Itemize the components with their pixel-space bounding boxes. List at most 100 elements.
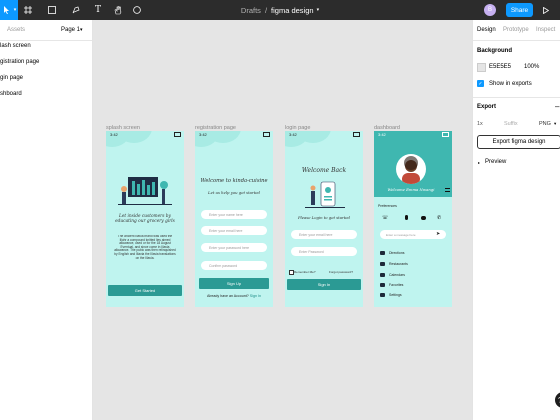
text-tool-icon[interactable]: T xyxy=(92,0,104,20)
signin-link[interactable]: Sign In xyxy=(250,294,261,298)
chat-icon[interactable] xyxy=(421,216,426,220)
preferences-label: Preferences xyxy=(378,204,397,208)
breadcrumb-separator: / xyxy=(264,5,268,15)
status-time: 3:42 xyxy=(110,132,118,137)
background-opacity[interactable]: 100% xyxy=(524,64,539,70)
properties-panel: Design Prototype Inspect Background E5E5… xyxy=(472,20,560,420)
add-export-icon[interactable]: – xyxy=(555,102,559,111)
show-in-exports-checkbox[interactable]: ✓ xyxy=(477,80,484,87)
tab-assets[interactable]: Assets xyxy=(7,20,25,40)
background-hex[interactable]: E5E5E5 xyxy=(489,64,511,70)
preview-label[interactable]: Preview xyxy=(485,159,506,165)
export-button[interactable]: Export figma design xyxy=(477,135,560,149)
hand-tool-icon[interactable] xyxy=(112,0,124,20)
battery-icon xyxy=(263,132,270,137)
menu-item-label: Settings xyxy=(389,293,402,297)
call-icon[interactable]: ✆ xyxy=(437,215,441,221)
status-bar: 3:42 xyxy=(106,131,184,138)
tab-design[interactable]: Design xyxy=(477,20,496,40)
sign-up-button[interactable]: Sign Up xyxy=(199,278,269,289)
file-name[interactable]: figma design xyxy=(271,6,314,15)
user-name: Welcome Emma Nwangi xyxy=(387,187,435,192)
move-tool[interactable] xyxy=(0,0,12,20)
frame-tool-icon[interactable] xyxy=(22,0,34,20)
menu-item-favorites[interactable]: Favorites xyxy=(380,283,403,287)
play-icon[interactable] xyxy=(540,0,552,20)
toolbar: ▾ T Drafts / figma design ▾ B Share xyxy=(0,0,560,20)
shape-tool-icon[interactable] xyxy=(46,0,58,20)
status-bar: 3:42 xyxy=(374,131,452,138)
menu-item-restaurants[interactable]: Restaurants xyxy=(380,262,408,266)
signin-prompt: Already have an Account? Sign In xyxy=(195,294,273,298)
export-format[interactable]: PNG xyxy=(539,121,551,127)
layer-item[interactable]: gin page xyxy=(0,75,23,81)
get-started-button[interactable]: Get Started xyxy=(108,285,182,296)
phone-icon[interactable]: ☏ xyxy=(382,215,388,221)
microphone-icon[interactable] xyxy=(405,215,408,220)
chevron-down-icon[interactable]: ▾ xyxy=(554,121,556,127)
email-field[interactable]: Enter your email here xyxy=(291,230,357,239)
login-illustration xyxy=(305,181,345,208)
chevron-down-icon[interactable]: ▾ xyxy=(80,20,83,40)
login-title: Welcome Back xyxy=(301,167,347,174)
layer-item[interactable]: lash screen xyxy=(0,43,31,49)
status-time: 3:42 xyxy=(378,132,386,137)
page-selector[interactable]: Page 1 xyxy=(61,20,80,40)
tab-prototype[interactable]: Prototype xyxy=(503,20,529,40)
menu-item-label: Favorites xyxy=(389,283,404,287)
send-icon[interactable]: ➤ xyxy=(436,231,440,237)
menu-item-label: Restaurants xyxy=(389,262,408,266)
menu-item-directions[interactable]: Directions xyxy=(380,251,405,255)
tab-inspect[interactable]: Inspect xyxy=(536,20,555,40)
calendar-icon xyxy=(380,273,385,277)
remember-me-label: Remember Me? xyxy=(294,270,316,274)
login-subtitle: Please Login to get started xyxy=(298,215,350,220)
file-breadcrumb[interactable]: Drafts / figma design ▾ xyxy=(0,0,560,20)
background-swatch[interactable] xyxy=(477,63,486,72)
chevron-down-icon[interactable]: ▾ xyxy=(317,7,320,13)
menu-item-label: Directions xyxy=(389,251,405,255)
share-button[interactable]: Share xyxy=(506,3,533,17)
groceries-illustration xyxy=(118,177,172,205)
status-time: 3:42 xyxy=(199,132,207,137)
export-section-title: Export xyxy=(477,104,497,110)
forgot-password-link[interactable]: Forgot password? xyxy=(329,270,353,274)
export-scale[interactable]: 1x xyxy=(477,121,483,127)
menu-item-settings[interactable]: Settings xyxy=(380,293,402,297)
show-in-exports-label: Show in exports xyxy=(489,81,532,87)
name-field[interactable]: Enter your name here xyxy=(201,210,267,219)
avatar[interactable]: B xyxy=(484,4,496,16)
battery-icon xyxy=(174,132,181,137)
layer-item[interactable]: shboard xyxy=(0,91,22,97)
menu-icon[interactable] xyxy=(445,188,450,192)
layer-item[interactable]: gistration page xyxy=(0,59,39,65)
confirm-password-field[interactable]: Confirm password xyxy=(201,261,267,270)
preview-toggle-icon[interactable]: ▸ xyxy=(478,160,480,165)
signin-question: Already have an Account? xyxy=(207,294,249,298)
right-panel-tabs: Design Prototype Inspect xyxy=(473,20,560,41)
registration-page-frame[interactable]: 3:42 Welcome to kinda-cuisine Let us hel… xyxy=(195,131,273,307)
status-time: 3:42 xyxy=(289,132,297,137)
battery-icon xyxy=(353,132,360,137)
menu-item-calendars[interactable]: Calendars xyxy=(380,273,405,277)
splash-screen-frame[interactable]: 3:42 Let inside customers by educating o… xyxy=(106,131,184,307)
pen-tool-icon[interactable] xyxy=(70,0,82,20)
login-page-frame[interactable]: 3:42 Welcome Back Please Login to get st… xyxy=(285,131,363,307)
menu-item-label: Calendars xyxy=(389,273,405,277)
avatar xyxy=(396,154,426,184)
chevron-down-icon[interactable]: ▾ xyxy=(12,0,18,20)
comment-tool-icon[interactable] xyxy=(131,0,143,20)
password-field[interactable]: Enter your password here xyxy=(201,243,267,252)
password-field[interactable]: Enter Password xyxy=(291,247,357,256)
splash-headline: Let inside customers by educating our gr… xyxy=(115,214,175,224)
status-bar: 3:42 xyxy=(285,131,363,138)
layers-panel: Assets Page 1 ▾ lash screen gistration p… xyxy=(0,20,93,420)
settings-icon xyxy=(380,293,385,297)
export-suffix[interactable]: Suffix xyxy=(504,121,518,127)
sign-in-button[interactable]: Sign In xyxy=(287,279,361,290)
history-icon xyxy=(380,283,385,287)
dashboard-frame[interactable]: 3:42 Welcome Emma Nwangi Preferences ☏ ✆… xyxy=(374,131,452,307)
registration-subtitle: Let us help you get started xyxy=(208,190,260,195)
email-field[interactable]: Enter your email here xyxy=(201,226,267,235)
breadcrumb-parent[interactable]: Drafts xyxy=(241,6,261,15)
